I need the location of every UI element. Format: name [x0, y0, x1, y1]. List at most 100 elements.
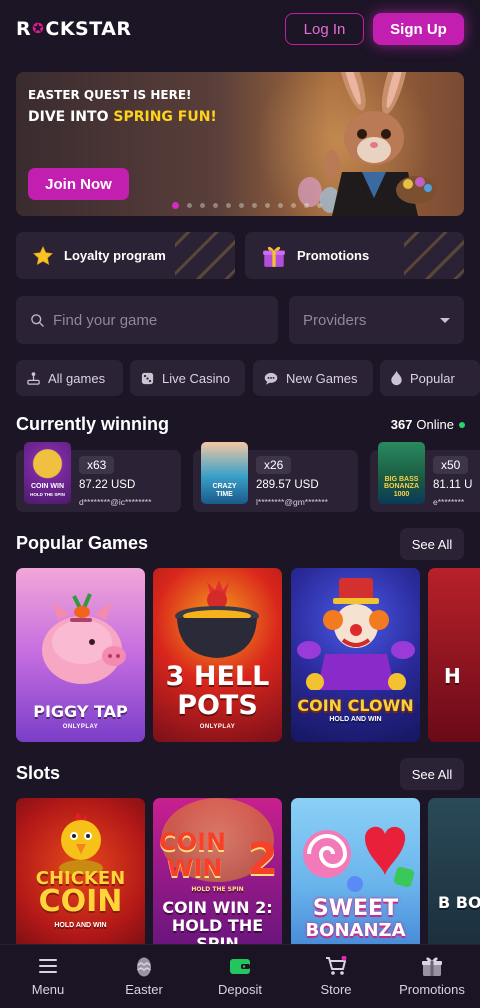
banner-dot[interactable]: [172, 202, 179, 209]
login-button[interactable]: Log In: [285, 13, 364, 45]
game-title-line-2: HOLD THE: [171, 916, 264, 935]
banner-dot[interactable]: [226, 203, 231, 208]
banner-dot[interactable]: [317, 203, 322, 208]
category-label: New Games: [286, 370, 358, 386]
game-logo-subtitle: HOLD THE SPIN: [191, 886, 244, 893]
banner-subtitle-prefix: DIVE INTO: [28, 109, 114, 125]
banner-dot[interactable]: [239, 203, 244, 208]
game-title: H: [444, 664, 461, 688]
thumb-title: CRAZY: [212, 483, 237, 491]
banner-dot[interactable]: [213, 203, 218, 208]
category-all-games[interactable]: All games: [16, 360, 123, 396]
slots-title: Slots: [16, 763, 61, 783]
rockstar-logo[interactable]: R ✪ CKSTAR: [16, 18, 132, 40]
slots-see-all-button[interactable]: See All: [400, 758, 464, 790]
win-multiplier: x50: [433, 456, 469, 474]
search-icon: [31, 313, 44, 327]
nav-easter[interactable]: Easter: [96, 945, 192, 1008]
winner-game-thumbnail: COIN WIN HOLD THE SPIN: [24, 442, 71, 504]
nav-promotions[interactable]: Promotions: [384, 945, 480, 1008]
banner-dot[interactable]: [265, 203, 270, 208]
banner-dot[interactable]: [304, 203, 309, 208]
easter-egg-icon: [137, 957, 151, 977]
search-input[interactable]: Find your game: [16, 296, 278, 344]
category-live-casino[interactable]: Live Casino: [130, 360, 245, 396]
winner-card[interactable]: CRAZY TIME x26 289.57 USD l********@gm***…: [193, 442, 358, 512]
online-count: 367: [390, 417, 413, 432]
game-title: B BO: [438, 893, 480, 912]
search-placeholder: Find your game: [53, 311, 158, 329]
thumb-subtitle: HOLD THE SPIN: [30, 491, 65, 497]
banner-dot[interactable]: [200, 203, 205, 208]
join-now-button[interactable]: Join Now: [28, 168, 129, 200]
nav-deposit[interactable]: Deposit: [192, 945, 288, 1008]
thumb-title: BIG BASS: [384, 475, 419, 483]
logo-text-end: CKSTAR: [45, 18, 132, 40]
game-card-coin-win-2[interactable]: COIN WIN 2 HOLD THE SPIN COIN WIN 2: HOL…: [153, 798, 282, 944]
win-amount: 81.11 U: [433, 479, 473, 491]
online-status-dot: [459, 421, 465, 428]
category-popular[interactable]: Popular: [380, 360, 480, 396]
category-new-games[interactable]: New Games: [253, 360, 373, 396]
win-amount: 289.57 USD: [256, 479, 319, 491]
logo-text-start: R: [16, 18, 32, 40]
cart-icon: [326, 956, 347, 975]
promotions-label: Promotions: [297, 248, 370, 263]
promo-banner[interactable]: EASTER QUEST IS HERE! DIVE INTO SPRING F…: [16, 72, 464, 216]
popular-games-row: PIGGY TAP ONLYPLAY 3 HELL POTS ONLYPLAY …: [16, 568, 480, 742]
joystick-icon: [27, 371, 40, 385]
tile-decoration: [175, 232, 235, 279]
winners-carousel: COIN WIN HOLD THE SPIN x63 87.22 USD d***…: [16, 440, 480, 512]
easter-bunny-image: [298, 72, 436, 216]
popular-games-title: Popular Games: [16, 533, 149, 553]
banner-dot[interactable]: [252, 203, 257, 208]
nav-label: Menu: [31, 982, 65, 997]
game-title-line-2: COIN: [38, 884, 123, 919]
cauldron-image: [175, 580, 259, 658]
banner-dot[interactable]: [278, 203, 283, 208]
category-chips: All games Live Casino New Games Popular: [16, 360, 480, 396]
game-title-line-2: BONANZA: [305, 920, 406, 941]
nav-store[interactable]: Store: [288, 945, 384, 1008]
win-multiplier: x63: [79, 456, 115, 474]
banner-dot[interactable]: [187, 203, 192, 208]
banner-dot[interactable]: [291, 203, 296, 208]
nav-menu[interactable]: Menu: [0, 945, 96, 1008]
currently-winning-title: Currently winning: [16, 414, 169, 434]
slots-row: CHICKEN COIN HOLD AND WIN COIN WIN 2 HOL…: [16, 798, 480, 944]
game-card-partial[interactable]: B BO: [428, 798, 480, 944]
gift-icon: [263, 246, 285, 267]
signup-button[interactable]: Sign Up: [373, 13, 464, 45]
flame-icon: [391, 370, 402, 386]
game-card-coin-clown[interactable]: COIN CLOWN HOLD AND WIN: [291, 568, 420, 742]
bottom-navigation: Menu Easter Deposit Store Promotions: [0, 944, 480, 1008]
thumb-number: 1000: [393, 490, 410, 498]
game-card-piggy-tap[interactable]: PIGGY TAP ONLYPLAY: [16, 568, 145, 742]
top-header: R ✪ CKSTAR Log In Sign Up: [0, 0, 480, 58]
online-counter: 367 Online: [391, 417, 465, 432]
loyalty-program-label: Loyalty program: [64, 248, 166, 263]
chat-icon: [264, 372, 278, 385]
loyalty-program-tile[interactable]: Loyalty program: [16, 232, 235, 279]
game-subtitle: HOLD AND WIN: [329, 716, 382, 723]
tile-decoration: [404, 232, 464, 279]
nav-label: Store: [320, 982, 352, 997]
game-title-line-1: COIN WIN 2:: [162, 898, 273, 917]
chicken-image: [59, 812, 103, 874]
game-card-3-hell-pots[interactable]: 3 HELL POTS ONLYPLAY: [153, 568, 282, 742]
hamburger-icon: [39, 959, 57, 973]
game-subtitle: HOLD AND WIN: [54, 922, 107, 929]
nav-label: Promotions: [399, 982, 465, 997]
winner-card[interactable]: BIG BASS BONANZA 1000 x50 81.11 U e*******…: [370, 442, 480, 512]
winner-username: e********: [433, 497, 465, 507]
game-card-chicken-coin[interactable]: CHICKEN COIN HOLD AND WIN: [16, 798, 145, 944]
dice-icon: [141, 372, 154, 384]
promotions-tile[interactable]: Promotions: [245, 232, 464, 279]
popular-see-all-button[interactable]: See All: [400, 528, 464, 560]
game-card-partial[interactable]: H: [428, 568, 480, 742]
winner-game-thumbnail: CRAZY TIME: [201, 442, 248, 504]
game-card-sweet-bonanza[interactable]: SWEET BONANZA: [291, 798, 420, 944]
online-label: Online: [416, 417, 454, 432]
winner-card[interactable]: COIN WIN HOLD THE SPIN x63 87.22 USD d***…: [16, 442, 181, 512]
providers-select[interactable]: Providers: [289, 296, 464, 344]
